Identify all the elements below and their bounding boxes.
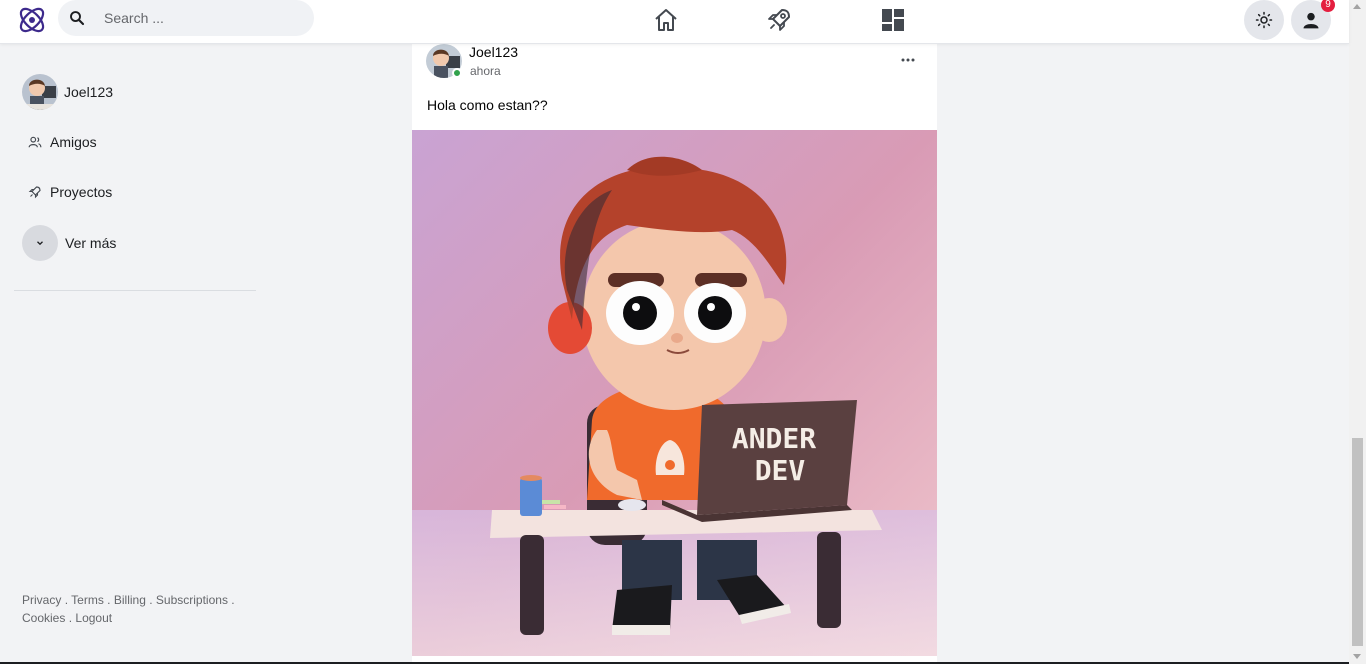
search-icon [70,11,85,26]
logo-icon[interactable] [14,2,50,38]
footer-link-terms[interactable]: Terms [71,593,104,607]
footer-link-privacy[interactable]: Privacy [22,593,61,607]
rocket-icon[interactable] [765,6,793,34]
post-timestamp: ahora [470,64,501,78]
laptop-text-line1: ANDER [732,422,816,455]
sidebar-item-amigos[interactable]: Amigos [28,134,97,150]
footer-link-cookies[interactable]: Cookies [22,611,65,625]
footer-separator: . [107,593,111,607]
post-card: Joel123 ahora Hola como estan?? ANDER DE… [412,44,937,664]
page-scrollbar[interactable] [1349,0,1366,664]
sidebar-item-ver-mas[interactable]: Ver más [22,225,116,261]
footer-separator: . [64,593,69,607]
friends-icon [28,136,42,148]
chevron-down-icon [22,225,58,261]
theme-toggle-button[interactable] [1244,0,1284,40]
sidebar-item-label: Proyectos [50,184,113,200]
sidebar-divider [14,290,256,291]
scroll-up-icon[interactable] [1353,4,1361,9]
footer-link-logout[interactable]: Logout [75,611,112,625]
notification-badge: 9 [1321,0,1335,12]
post-username[interactable]: Joel123 [469,44,518,60]
home-icon[interactable] [652,6,680,34]
sidebar-item-profile[interactable]: Joel123 [22,74,113,110]
sidebar-item-proyectos[interactable]: Proyectos [28,184,112,200]
scroll-down-icon[interactable] [1353,654,1361,659]
post-text: Hola como estan?? [427,97,548,113]
footer-separator: . [149,593,153,607]
left-sidebar: Joel123 Amigos Proyectos Ver más Privacy… [14,44,256,664]
user-icon [1303,12,1319,29]
account-button[interactable]: 9 [1291,0,1335,40]
footer-link-billing[interactable]: Billing [114,593,146,607]
footer-link-subscriptions[interactable]: Subscriptions [156,593,228,607]
footer-links: Privacy . Terms . Billing . Subscription… [22,591,262,627]
sun-icon [1255,11,1273,29]
sidebar-item-label: Amigos [50,134,97,150]
laptop-text-line2: DEV [755,454,806,487]
online-status-indicator [452,68,462,78]
footer-separator: . [231,593,235,607]
scrollbar-thumb[interactable] [1352,438,1363,646]
top-navigation-bar: 9 [0,0,1349,44]
search-bar[interactable] [58,0,314,36]
dashboard-icon[interactable] [879,6,907,34]
rocket-icon [28,186,41,199]
sidebar-profile-name: Joel123 [64,84,114,100]
post-image[interactable]: ANDER DEV [412,130,937,656]
more-options-icon[interactable] [900,52,916,68]
avatar [22,74,58,110]
sidebar-item-label: Ver más [65,235,117,251]
footer-separator: . [68,611,73,625]
search-input[interactable] [104,0,304,36]
